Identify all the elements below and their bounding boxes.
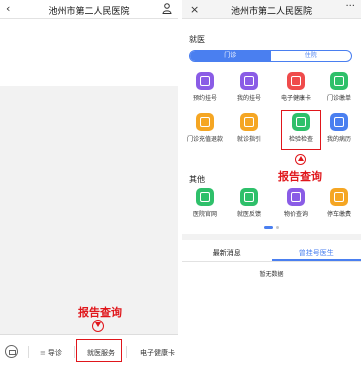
- service-label: 就诊指引: [236, 136, 261, 143]
- section-title-medical: 就医: [189, 35, 205, 44]
- service-medical-record[interactable]: 我的病历: [318, 113, 360, 147]
- service-health-card[interactable]: 电子健康卡: [275, 72, 317, 106]
- annotation-label: 报告查询: [278, 170, 322, 183]
- service-outpatient-bill[interactable]: 门诊缴单: [318, 72, 360, 106]
- service-parking[interactable]: 停车缴费: [318, 188, 360, 222]
- person-icon[interactable]: [162, 3, 172, 14]
- card-icon: [287, 72, 305, 90]
- content-area: [0, 19, 178, 86]
- price-icon: [287, 188, 305, 206]
- down-arrow-icon: [92, 320, 104, 332]
- feedback-icon: [240, 188, 258, 206]
- indicator-dot-active: [264, 226, 273, 229]
- service-label: 门诊充值退款: [186, 136, 223, 143]
- payment-icon: [330, 72, 348, 90]
- right-screen: × 池州市第二人民医院 ··· 就医 门诊 住院 预约挂号 我的挂号 电子健康卡…: [182, 0, 361, 369]
- section-title-other: 其他: [189, 175, 205, 184]
- up-arrow-icon: [295, 154, 306, 165]
- service-visit-guide[interactable]: 就诊指引: [228, 113, 270, 147]
- divider: [126, 346, 127, 358]
- service-label: 我的挂号: [236, 95, 261, 102]
- service-recharge-refund[interactable]: 门诊充值退款: [184, 113, 226, 147]
- service-label: 停车缴费: [326, 211, 351, 218]
- service-label: 预约挂号: [192, 95, 217, 102]
- service-label: 医院官网: [192, 211, 217, 218]
- annotation-label: 报告查询: [78, 306, 122, 319]
- tab-underline: [272, 259, 361, 261]
- service-label: 我的病历: [326, 136, 351, 143]
- tab-visited-doctors[interactable]: 曾挂号医生: [272, 248, 361, 258]
- keyboard-icon[interactable]: [5, 345, 18, 358]
- more-icon[interactable]: ···: [345, 1, 355, 12]
- page-title: 池州市第二人民医院: [48, 7, 130, 17]
- visit-type-switch: 门诊 住院: [189, 50, 352, 62]
- divider: [74, 346, 75, 358]
- service-price-query[interactable]: 物价查询: [275, 188, 317, 222]
- website-icon: [196, 188, 214, 206]
- service-hospital-website[interactable]: 医院官网: [184, 188, 226, 222]
- indicator-dot: [276, 226, 279, 229]
- service-appointment[interactable]: 预约挂号: [184, 72, 226, 106]
- bottom-menu-bar: 导诊 就医服务 电子健康卡: [0, 334, 178, 369]
- service-my-registration[interactable]: 我的挂号: [228, 72, 270, 106]
- left-header: ‹ 池州市第二人民医院: [0, 0, 178, 19]
- service-feedback[interactable]: 就医反馈: [228, 188, 270, 222]
- service-label: 门诊缴单: [326, 95, 351, 102]
- highlight-box: [281, 110, 321, 150]
- user-clipboard-icon: [240, 72, 258, 90]
- section-gap: [182, 234, 361, 240]
- highlight-box: [76, 339, 122, 362]
- right-header: × 池州市第二人民医院 ···: [182, 0, 361, 19]
- service-label: 就医反馈: [236, 211, 261, 218]
- calendar-icon: [196, 72, 214, 90]
- tab-guide[interactable]: 导诊: [40, 348, 62, 358]
- record-icon: [330, 113, 348, 131]
- tab-health-card[interactable]: 电子健康卡: [140, 348, 175, 358]
- tab-inpatient[interactable]: 住院: [271, 51, 352, 61]
- divider: [28, 346, 29, 358]
- parking-icon: [330, 188, 348, 206]
- tab-latest-news[interactable]: 最新消息: [182, 248, 272, 258]
- page-title: 池州市第二人民医院: [230, 7, 312, 17]
- carousel-indicator: [264, 226, 284, 230]
- news-tabs: 最新消息 曾挂号医生: [182, 244, 361, 262]
- left-screen: ‹ 池州市第二人民医院 报告查询 导诊 就医服务 电子健康卡: [0, 0, 178, 369]
- wallet-icon: [196, 113, 214, 131]
- guide-icon: [240, 113, 258, 131]
- empty-state: 暂无数据: [259, 271, 284, 278]
- tab-outpatient[interactable]: 门诊: [190, 51, 271, 61]
